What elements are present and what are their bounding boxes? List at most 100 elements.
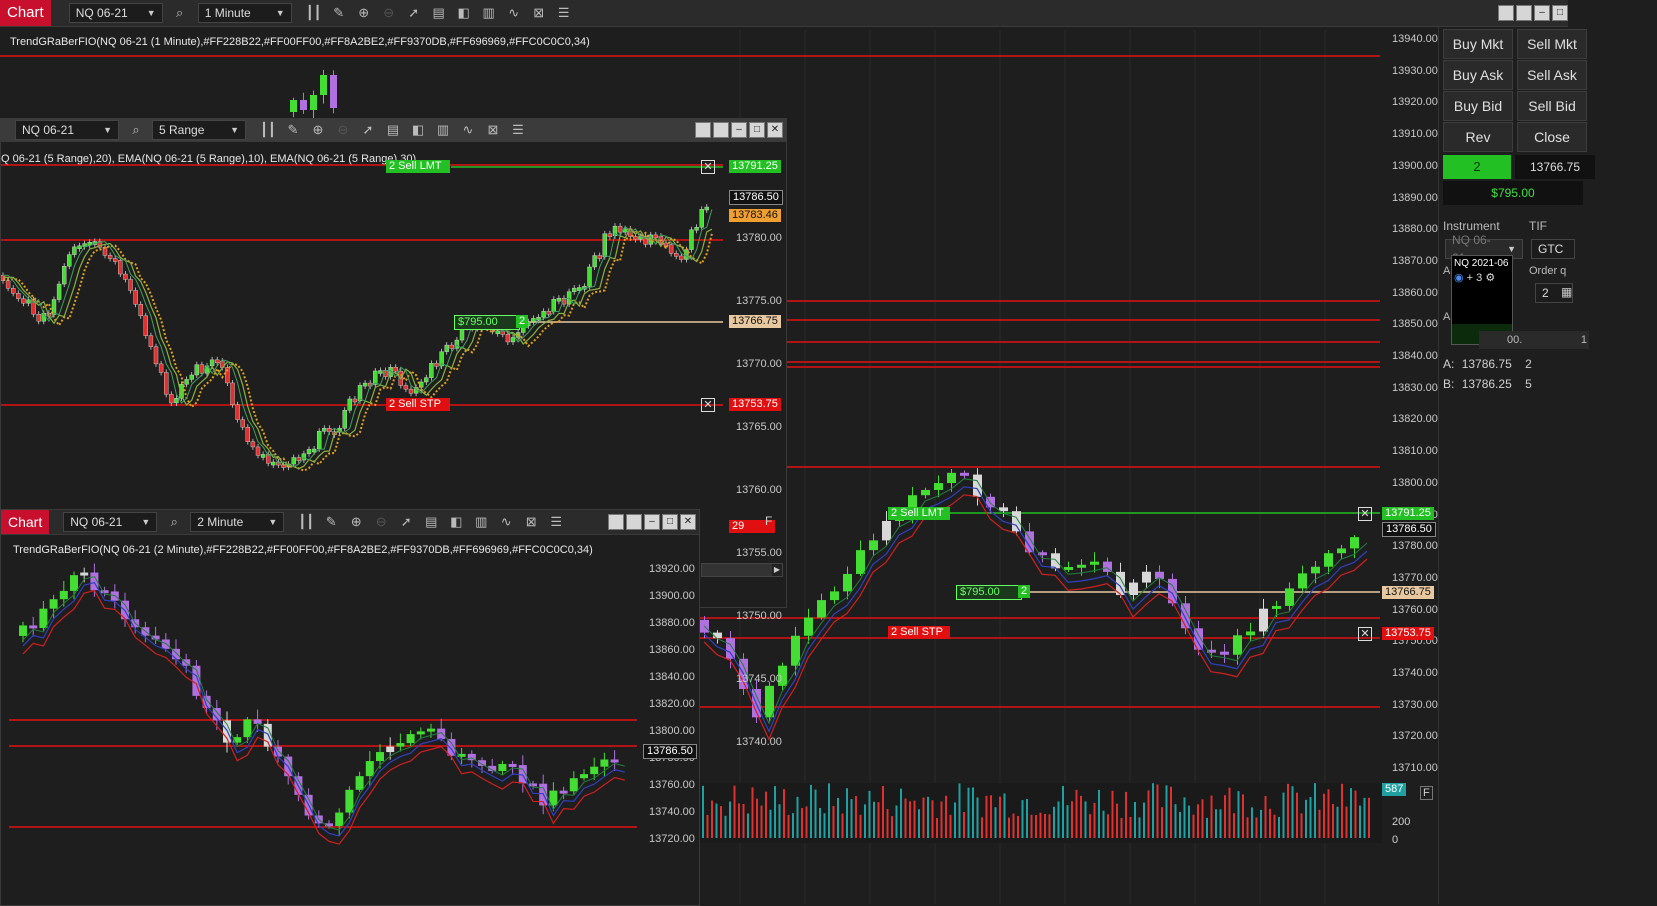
strategies-icon[interactable]: ∿ bbox=[506, 5, 522, 21]
strategies-icon[interactable]: ∿ bbox=[460, 122, 476, 138]
templates-icon[interactable]: ◧ bbox=[410, 122, 426, 138]
indicators-icon[interactable]: ▥ bbox=[481, 5, 497, 21]
search-icon[interactable]: ⌕ bbox=[172, 5, 188, 21]
volume-bar bbox=[733, 785, 736, 838]
range-sell-stp-order[interactable]: 2 Sell STP bbox=[386, 398, 450, 411]
zoom-in-icon[interactable]: ⊕ bbox=[348, 514, 364, 530]
candle-body bbox=[449, 344, 454, 349]
range-scrollbar[interactable]: ▶ bbox=[701, 563, 783, 577]
range-f-button[interactable]: F bbox=[765, 514, 772, 528]
zoom-in-icon[interactable]: ⊕ bbox=[310, 122, 326, 138]
volume-bar bbox=[706, 814, 709, 838]
indicators-icon[interactable]: ▥ bbox=[435, 122, 451, 138]
main-instrument-select[interactable]: NQ 06-21 ▼ bbox=[68, 3, 163, 23]
volume-bar bbox=[936, 817, 938, 838]
sell-mkt-button[interactable]: Sell Mkt bbox=[1517, 29, 1587, 59]
maximize-icon[interactable]: □ bbox=[1552, 5, 1568, 21]
templates-icon[interactable]: ◧ bbox=[456, 5, 472, 21]
search-icon[interactable]: ⌕ bbox=[128, 122, 144, 138]
data-box-icon[interactable]: ▤ bbox=[423, 514, 439, 530]
two-min-chart-window: Chart NQ 06-21 ▼ ⌕ 2 Minute ▼ ┃┃ ✎ ⊕ ⊖ ➚ ▤… bbox=[0, 509, 700, 906]
list-icon[interactable]: ☰ bbox=[556, 5, 572, 21]
two-min-interval-select[interactable]: 2 Minute ▼ bbox=[190, 512, 285, 532]
sell-bid-button[interactable]: Sell Bid bbox=[1517, 91, 1587, 121]
two-min-chart-tab[interactable]: Chart bbox=[1, 510, 50, 534]
main-chart-tab[interactable]: Chart bbox=[0, 0, 51, 26]
candle-body bbox=[679, 255, 684, 260]
tif-select[interactable]: GTC bbox=[1531, 239, 1575, 259]
volume-bar bbox=[715, 803, 718, 838]
draw-pencil-icon[interactable]: ✎ bbox=[323, 514, 339, 530]
main-cancel-stp-icon[interactable]: ✕ bbox=[1358, 627, 1372, 641]
properties-icon[interactable]: ⊠ bbox=[485, 122, 501, 138]
trend-line-red bbox=[22, 589, 625, 845]
candle-body bbox=[947, 472, 956, 484]
range-interval-select[interactable]: 5 Range ▼ bbox=[152, 120, 246, 140]
range-instrument-select[interactable]: NQ 06-21 ▼ bbox=[15, 120, 119, 140]
bars-type-icon[interactable]: ┃┃ bbox=[298, 514, 314, 530]
data-box-icon[interactable]: ▤ bbox=[385, 122, 401, 138]
candle-body bbox=[56, 283, 62, 300]
candle-body bbox=[19, 625, 27, 636]
bars-type-icon[interactable]: ┃┃ bbox=[260, 122, 276, 138]
volume-f-button[interactable]: F bbox=[1420, 786, 1433, 800]
candle-body bbox=[817, 600, 826, 618]
volume-bar bbox=[1228, 787, 1231, 838]
volume-bar bbox=[1237, 791, 1240, 838]
cursor-icon[interactable]: ➚ bbox=[360, 122, 376, 138]
draw-pencil-icon[interactable]: ✎ bbox=[285, 122, 301, 138]
list-icon[interactable]: ☰ bbox=[510, 122, 526, 138]
buy-ask-button[interactable]: Buy Ask bbox=[1443, 60, 1513, 90]
sell-ask-button[interactable]: Sell Ask bbox=[1517, 60, 1587, 90]
properties-icon[interactable]: ⊠ bbox=[531, 5, 547, 21]
reverse-button[interactable]: Rev bbox=[1443, 122, 1513, 152]
scroll-right-arrow-icon[interactable]: ▶ bbox=[772, 564, 782, 576]
volume-bar bbox=[1363, 797, 1366, 838]
price-axis-label: 13820.00 bbox=[649, 698, 695, 710]
zoom-out-icon[interactable]: ⊖ bbox=[373, 514, 389, 530]
cursor-icon[interactable]: ➚ bbox=[398, 514, 414, 530]
templates-icon[interactable]: ◧ bbox=[448, 514, 464, 530]
volume-bar bbox=[1305, 799, 1307, 838]
window-tile2-icon[interactable] bbox=[713, 122, 729, 138]
bars-type-icon[interactable]: ┃┃ bbox=[306, 5, 322, 21]
two-min-instrument-select[interactable]: NQ 06-21 ▼ bbox=[63, 512, 158, 532]
main-sell-stp-order[interactable]: 2 Sell STP bbox=[888, 626, 950, 639]
qty-calculator-icon[interactable]: ▦ bbox=[1561, 285, 1572, 299]
candle-body bbox=[143, 315, 149, 336]
candle-body bbox=[362, 382, 368, 387]
volume-bar bbox=[900, 788, 902, 838]
indicators-icon[interactable]: ▥ bbox=[473, 514, 489, 530]
two-min-chart-canvas[interactable] bbox=[1, 534, 699, 905]
buy-bid-button[interactable]: Buy Bid bbox=[1443, 91, 1513, 121]
range-cancel-stp-icon[interactable]: ✕ bbox=[701, 398, 715, 412]
cursor-icon[interactable]: ➚ bbox=[406, 5, 422, 21]
window-tile-icon[interactable] bbox=[608, 514, 624, 530]
properties-icon[interactable]: ⊠ bbox=[523, 514, 539, 530]
close-position-button[interactable]: Close bbox=[1517, 122, 1587, 152]
strategies-icon[interactable]: ∿ bbox=[498, 514, 514, 530]
search-icon[interactable]: ⌕ bbox=[166, 514, 182, 530]
window-tile2-icon[interactable] bbox=[626, 514, 642, 530]
main-sell-lmt-order[interactable]: 2 Sell LMT bbox=[888, 507, 950, 520]
zoom-out-icon[interactable]: ⊖ bbox=[335, 122, 351, 138]
volume-bar bbox=[841, 813, 844, 838]
window-tile2-icon[interactable] bbox=[1516, 5, 1532, 21]
main-interval-select[interactable]: 1 Minute ▼ bbox=[197, 3, 292, 23]
zoom-out-icon[interactable]: ⊖ bbox=[381, 5, 397, 21]
main-cancel-lmt-icon[interactable]: ✕ bbox=[1358, 507, 1372, 521]
minimize-icon[interactable]: – bbox=[1534, 5, 1550, 21]
volume-bar bbox=[1107, 814, 1109, 838]
range-sell-lmt-order[interactable]: 2 Sell LMT bbox=[386, 160, 450, 173]
range-cancel-lmt-icon[interactable]: ✕ bbox=[701, 160, 715, 174]
zoom-in-icon[interactable]: ⊕ bbox=[356, 5, 372, 21]
buy-mkt-button[interactable]: Buy Mkt bbox=[1443, 29, 1513, 59]
draw-pencil-icon[interactable]: ✎ bbox=[331, 5, 347, 21]
list-icon[interactable]: ☰ bbox=[548, 514, 564, 530]
volume-bar bbox=[1273, 814, 1276, 838]
data-box-icon[interactable]: ▤ bbox=[431, 5, 447, 21]
volume-bar bbox=[805, 806, 808, 838]
window-tile-icon[interactable] bbox=[695, 122, 711, 138]
window-tile-icon[interactable] bbox=[1498, 5, 1514, 21]
volume-bar bbox=[954, 802, 956, 838]
